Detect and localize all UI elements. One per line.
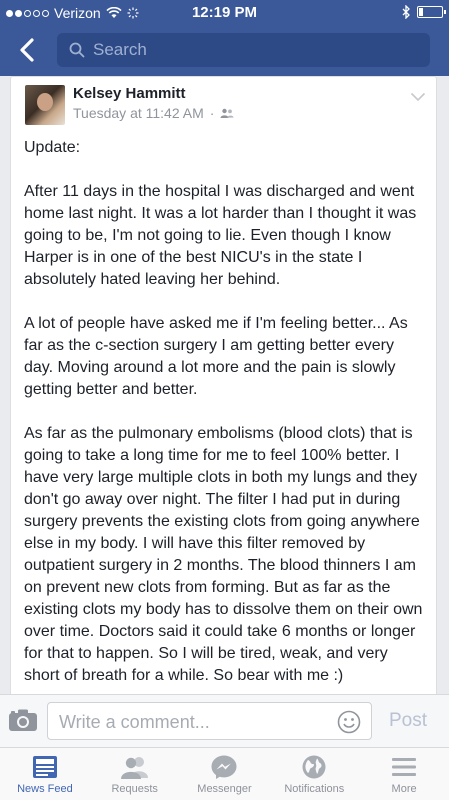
sticker-button[interactable]: [337, 710, 361, 739]
camera-icon: [9, 709, 37, 731]
post-meta: Tuesday at 11:42 AM ·: [73, 105, 234, 121]
messenger-icon: [211, 755, 237, 779]
tab-label: More: [391, 783, 417, 795]
tab-requests[interactable]: Requests: [90, 748, 180, 800]
comment-composer: Write a comment... Post: [0, 694, 449, 747]
globe-icon: [302, 755, 326, 779]
tab-label: Notifications: [284, 783, 345, 795]
comment-input[interactable]: Write a comment...: [47, 702, 372, 740]
clock: 12:19 PM: [191, 4, 258, 21]
tab-more[interactable]: More: [359, 748, 449, 800]
tab-label: Requests: [111, 783, 158, 795]
battery-icon: [417, 6, 446, 18]
tab-label: Messenger: [197, 783, 252, 795]
search-placeholder: Search: [93, 40, 147, 59]
feed[interactable]: Kelsey Hammitt Tuesday at 11:42 AM · Upd…: [0, 76, 449, 694]
friends-icon: [120, 757, 148, 779]
search-icon: [69, 42, 85, 58]
status-right: [402, 5, 446, 19]
tab-messenger[interactable]: Messenger: [180, 748, 270, 800]
header: Verizon 12:19 PM Search: [0, 0, 449, 76]
avatar[interactable]: [25, 85, 65, 125]
smiley-icon: [337, 710, 361, 734]
chevron-down-icon: [410, 92, 426, 102]
news-feed-icon: [32, 756, 57, 778]
post-text: Update: After 11 days in the hospital I …: [24, 139, 423, 684]
comment-placeholder: Write a comment...: [59, 712, 210, 732]
post-card: Kelsey Hammitt Tuesday at 11:42 AM · Upd…: [10, 76, 437, 694]
post-options-button[interactable]: [410, 89, 426, 107]
camera-button[interactable]: [8, 708, 38, 737]
menu-icon: [392, 758, 417, 776]
status-bar: Verizon 12:19 PM: [0, 0, 449, 26]
search-bar[interactable]: Search: [57, 33, 430, 67]
tab-label: News Feed: [17, 783, 73, 795]
tab-bar: News Feed Requests Messenger Notificatio…: [0, 747, 449, 800]
tab-notifications[interactable]: Notifications: [269, 748, 359, 800]
nav-bar: Search: [0, 28, 449, 72]
friends-audience-icon: [220, 108, 234, 118]
post-timestamp[interactable]: Tuesday at 11:42 AM: [73, 105, 204, 121]
post-author[interactable]: Kelsey Hammitt: [73, 85, 186, 102]
tab-news-feed[interactable]: News Feed: [0, 748, 90, 800]
meta-separator: ·: [209, 105, 215, 121]
back-button[interactable]: [14, 36, 40, 64]
bluetooth-icon: [402, 5, 410, 19]
chevron-left-icon: [20, 38, 34, 62]
post-comment-button[interactable]: Post: [389, 710, 427, 732]
